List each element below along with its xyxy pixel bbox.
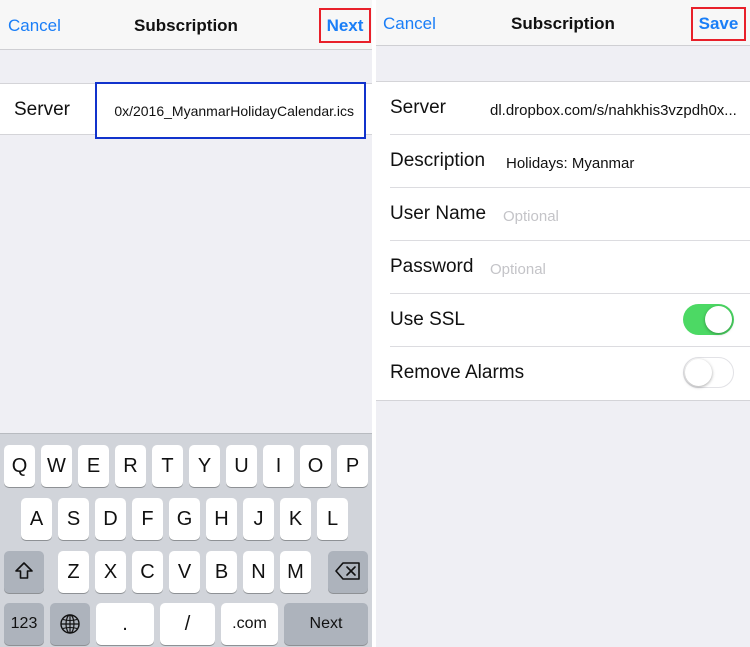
left-screen: Cancel Subscription Next Server 0x/2016_…: [0, 0, 372, 647]
remove-alarms-label: Remove Alarms: [390, 362, 525, 383]
key-i[interactable]: I: [263, 445, 294, 487]
key-a[interactable]: A: [21, 498, 52, 540]
keyboard: Q W E R T Y U I O P A S D F G H J K L Z …: [0, 433, 372, 647]
subscription-form: Server dl.dropbox.com/s/nahkhis3vzpdh0x.…: [376, 81, 750, 401]
globe-key[interactable]: [50, 603, 90, 645]
key-d[interactable]: D: [95, 498, 126, 540]
toggle-knob: [685, 358, 712, 386]
key-m[interactable]: M: [280, 551, 311, 593]
password-input[interactable]: Optional: [490, 261, 546, 278]
server-label: Server: [14, 99, 70, 120]
globe-icon: [60, 614, 80, 634]
server-input[interactable]: dl.dropbox.com/s/nahkhis3vzpdh0x...: [490, 102, 737, 119]
key-t[interactable]: T: [152, 445, 183, 487]
key-q[interactable]: Q: [4, 445, 35, 487]
shift-arrow-icon: [15, 562, 33, 579]
right-screen: Cancel Subscription Save Server dl.dropb…: [376, 0, 750, 647]
slash-key[interactable]: /: [160, 603, 215, 645]
page-title: Subscription: [134, 16, 238, 35]
keyboard-next-key[interactable]: Next: [284, 603, 368, 645]
delete-key[interactable]: [328, 551, 368, 593]
left-navbar: Cancel Subscription Next: [0, 0, 372, 50]
backspace-icon: [335, 562, 360, 580]
key-l[interactable]: L: [317, 498, 348, 540]
username-input[interactable]: Optional: [503, 208, 559, 225]
key-h[interactable]: H: [206, 498, 237, 540]
key-o[interactable]: O: [300, 445, 331, 487]
username-row[interactable]: User Name Optional: [376, 188, 750, 241]
key-y[interactable]: Y: [189, 445, 220, 487]
dot-key[interactable]: .: [96, 603, 154, 645]
key-f[interactable]: F: [132, 498, 163, 540]
key-v[interactable]: V: [169, 551, 200, 593]
key-g[interactable]: G: [169, 498, 200, 540]
key-j[interactable]: J: [243, 498, 274, 540]
dotcom-key[interactable]: .com: [221, 603, 278, 645]
key-z[interactable]: Z: [58, 551, 89, 593]
next-button[interactable]: Next: [319, 8, 371, 43]
shift-key[interactable]: [4, 551, 44, 593]
remove-alarms-toggle[interactable]: [683, 357, 734, 388]
key-b[interactable]: B: [206, 551, 237, 593]
use-ssl-toggle[interactable]: [683, 304, 734, 335]
password-row[interactable]: Password Optional: [376, 241, 750, 294]
description-row[interactable]: Description Holidays: Myanmar: [376, 135, 750, 188]
key-s[interactable]: S: [58, 498, 89, 540]
use-ssl-row: Use SSL: [376, 294, 750, 347]
description-input[interactable]: Holidays: Myanmar: [506, 155, 634, 172]
server-row[interactable]: Server dl.dropbox.com/s/nahkhis3vzpdh0x.…: [376, 82, 750, 135]
key-p[interactable]: P: [337, 445, 368, 487]
server-input-value: 0x/2016_MyanmarHolidayCalendar.ics: [114, 103, 354, 119]
key-c[interactable]: C: [132, 551, 163, 593]
use-ssl-label: Use SSL: [390, 309, 465, 330]
key-u[interactable]: U: [226, 445, 257, 487]
server-label: Server: [390, 97, 446, 118]
description-label: Description: [390, 150, 486, 171]
key-w[interactable]: W: [41, 445, 72, 487]
save-button[interactable]: Save: [691, 7, 746, 41]
server-input[interactable]: 0x/2016_MyanmarHolidayCalendar.ics: [95, 82, 366, 139]
toggle-knob: [705, 306, 732, 333]
key-n[interactable]: N: [243, 551, 274, 593]
key-e[interactable]: E: [78, 445, 109, 487]
right-navbar: Cancel Subscription Save: [376, 0, 750, 46]
key-k[interactable]: K: [280, 498, 311, 540]
numbers-key[interactable]: 123: [4, 603, 44, 645]
remove-alarms-row: Remove Alarms: [376, 347, 750, 400]
key-x[interactable]: X: [95, 551, 126, 593]
key-r[interactable]: R: [115, 445, 146, 487]
password-label: Password: [390, 256, 474, 277]
username-label: User Name: [390, 203, 487, 224]
